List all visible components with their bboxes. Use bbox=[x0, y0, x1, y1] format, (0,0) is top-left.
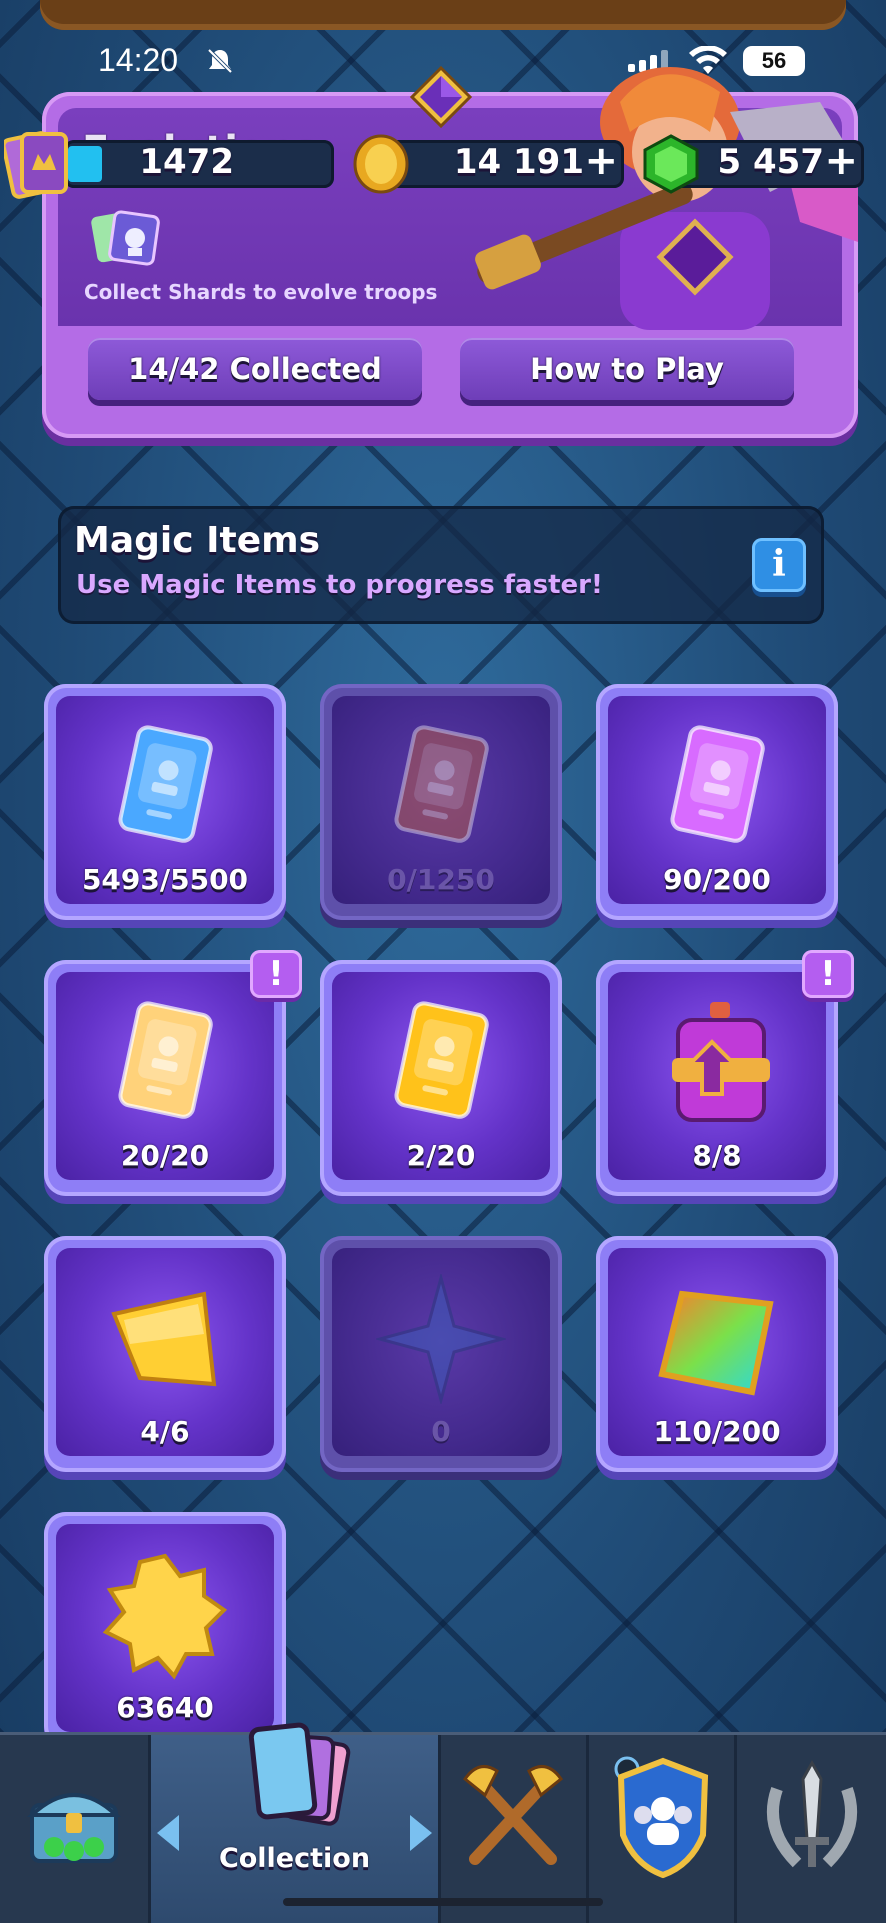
bottom-navigation: Collection bbox=[0, 1722, 886, 1923]
alert-badge[interactable]: ! bbox=[250, 950, 302, 998]
magic-item-count: 0/1250 bbox=[387, 863, 495, 896]
evolutions-subtitle: Collect Shards to evolve troops bbox=[84, 280, 438, 304]
info-button[interactable]: i bbox=[752, 538, 806, 592]
star-points-icon bbox=[102, 1553, 228, 1680]
epic-wild-card-icon bbox=[670, 725, 765, 843]
magic-item-card[interactable]: 0/1250 bbox=[320, 684, 562, 920]
add-gold-button[interactable]: + bbox=[584, 138, 618, 184]
magic-item-count: 110/200 bbox=[653, 1415, 781, 1448]
champion-wild-card-icon bbox=[394, 1001, 489, 1119]
magic-item-card[interactable]: 2/20 bbox=[320, 960, 562, 1196]
magic-item-count: 0 bbox=[431, 1415, 451, 1448]
nav-clan-tab[interactable] bbox=[589, 1735, 737, 1923]
hero-character-illustration bbox=[475, 67, 858, 330]
green-gem-icon bbox=[643, 134, 699, 194]
gold-counter[interactable]: 14 191 + bbox=[380, 138, 624, 188]
magic-item-card[interactable]: 90/200 bbox=[596, 684, 838, 920]
home-indicator bbox=[283, 1898, 603, 1906]
nav-events-tab[interactable] bbox=[737, 1735, 886, 1923]
common-wild-card-icon bbox=[118, 725, 213, 843]
nav-battle-tab[interactable] bbox=[441, 1735, 589, 1923]
magic-item-card[interactable]: 63640 bbox=[44, 1512, 286, 1748]
magic-item-card[interactable]: 20/20 bbox=[44, 960, 286, 1196]
gold-value: 14 191 bbox=[453, 142, 584, 182]
treasure-chest-icon bbox=[26, 1793, 122, 1863]
magic-item-card[interactable]: 8/8 bbox=[596, 960, 838, 1196]
alert-badge[interactable]: ! bbox=[802, 950, 854, 998]
magic-item-card[interactable]: 110/200 bbox=[596, 1236, 838, 1472]
magic-item-count: 8/8 bbox=[692, 1139, 742, 1172]
magic-items-subtitle: Use Magic Items to progress faster! bbox=[76, 570, 603, 600]
magic-item-card[interactable]: 4/6 bbox=[44, 1236, 286, 1472]
evolution-shard-icon bbox=[91, 210, 160, 266]
magic-item-card[interactable]: 0 bbox=[320, 1236, 562, 1472]
nav-shop-tab[interactable] bbox=[0, 1735, 151, 1923]
gems-value: 5 457 bbox=[717, 142, 824, 182]
elixir-potion-icon bbox=[672, 1002, 770, 1122]
gold-shard-icon bbox=[111, 1291, 217, 1387]
bell-muted-icon bbox=[207, 48, 233, 74]
magic-item-count: 4/6 bbox=[140, 1415, 190, 1448]
star-shard-icon bbox=[376, 1274, 506, 1404]
rare-wild-card-icon bbox=[394, 725, 489, 843]
status-time: 14:20 bbox=[98, 42, 179, 78]
king-level-icon bbox=[4, 131, 68, 199]
add-gems-button[interactable]: + bbox=[824, 138, 858, 184]
magic-items-title: Magic Items bbox=[74, 520, 321, 561]
gold-coin-icon bbox=[353, 134, 409, 194]
amethyst-gem-icon bbox=[410, 66, 472, 128]
cards-collection-icon bbox=[248, 1722, 351, 1826]
magic-item-count: 20/20 bbox=[120, 1139, 210, 1172]
clan-shield-icon bbox=[614, 1756, 709, 1879]
magic-item-count: 5493/5500 bbox=[81, 863, 249, 896]
trophy-counter: 1472 bbox=[64, 140, 334, 188]
how-to-play-button[interactable]: How to Play bbox=[460, 338, 794, 400]
nav-collection-label: Collection bbox=[218, 1843, 371, 1874]
top-wood-frame bbox=[40, 0, 846, 30]
rainbow-shard-icon bbox=[658, 1290, 774, 1396]
legendary-wild-card-icon bbox=[118, 1001, 213, 1119]
crossed-axes-icon bbox=[462, 1765, 564, 1865]
sword-laurel-icon bbox=[766, 1759, 858, 1868]
trophy-value: 1472 bbox=[139, 142, 234, 182]
trophy-progress-fill bbox=[68, 146, 102, 182]
magic-item-count: 2/20 bbox=[406, 1139, 476, 1172]
nav-collection-tab[interactable]: Collection bbox=[151, 1722, 441, 1923]
magic-item-card[interactable]: 5493/5500 bbox=[44, 684, 286, 920]
collected-button[interactable]: 14/42 Collected bbox=[88, 338, 422, 400]
magic-item-count: 90/200 bbox=[663, 863, 771, 896]
